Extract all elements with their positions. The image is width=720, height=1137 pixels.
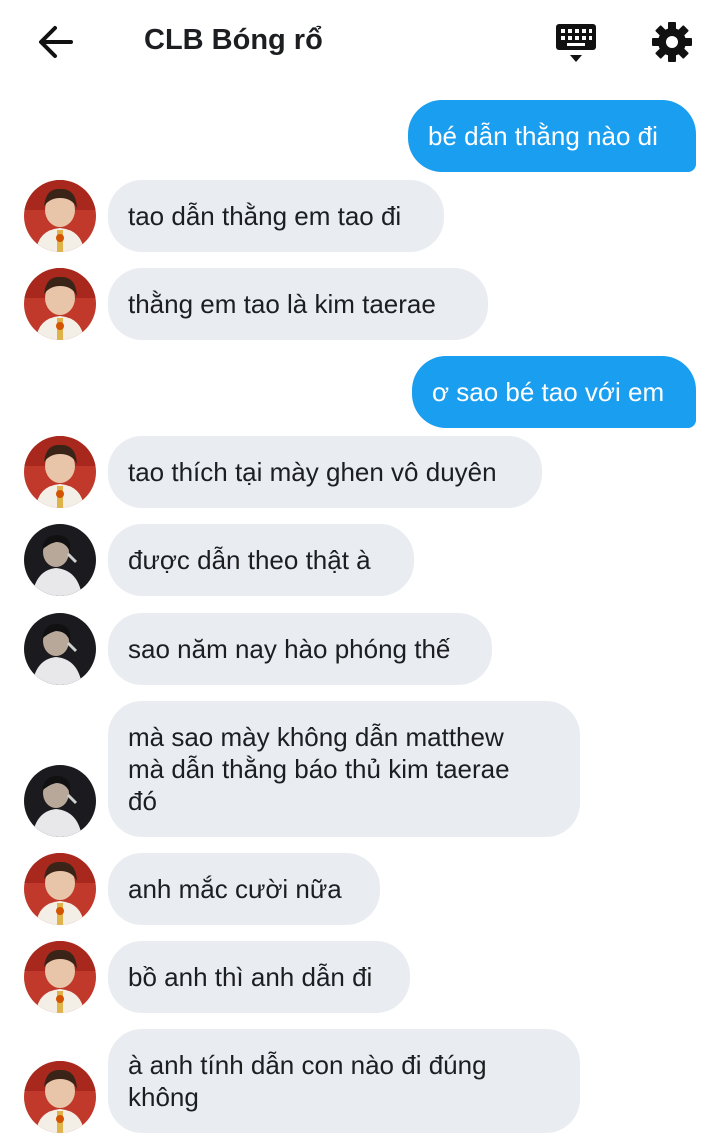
message-bubble-incoming[interactable]: thằng em tao là kim taerae	[108, 268, 488, 340]
message-bubble-outgoing[interactable]: bé dẫn thằng nào đi	[408, 100, 696, 172]
avatar[interactable]	[24, 765, 96, 837]
avatar[interactable]	[24, 180, 96, 252]
keyboard-icon	[556, 24, 596, 62]
message-bubble-incoming[interactable]: sao năm nay hào phóng thế	[108, 613, 492, 685]
chat-title: CLB Bóng rổ	[144, 24, 323, 56]
back-button[interactable]	[30, 20, 80, 64]
avatar[interactable]	[24, 941, 96, 1013]
avatar[interactable]	[24, 853, 96, 925]
avatar[interactable]	[24, 524, 96, 596]
avatar[interactable]	[24, 613, 96, 685]
message-bubble-incoming[interactable]: anh mắc cười nữa	[108, 853, 380, 925]
message-bubble-incoming[interactable]: tao thích tại mày ghen vô duyên	[108, 436, 542, 508]
message-bubble-incoming[interactable]: tao dẫn thằng em tao đi	[108, 180, 444, 252]
message-bubble-incoming[interactable]: bồ anh thì anh dẫn đi	[108, 941, 410, 1013]
message-bubble-incoming[interactable]: à anh tính dẫn con nào đi đúng không	[108, 1029, 580, 1133]
avatar[interactable]	[24, 268, 96, 340]
arrow-left-icon	[39, 26, 73, 58]
avatar[interactable]	[24, 436, 96, 508]
chat-header: CLB Bóng rổ	[0, 0, 720, 86]
message-bubble-outgoing[interactable]: ơ sao bé tao với em	[412, 356, 696, 428]
keyboard-button[interactable]	[552, 20, 600, 66]
message-bubble-incoming[interactable]: mà sao mày không dẫn matthew mà dẫn thằn…	[108, 701, 580, 837]
message-bubble-incoming[interactable]: được dẫn theo thật à	[108, 524, 414, 596]
gear-icon	[652, 22, 692, 62]
settings-button[interactable]	[648, 18, 696, 66]
avatar[interactable]	[24, 1061, 96, 1133]
